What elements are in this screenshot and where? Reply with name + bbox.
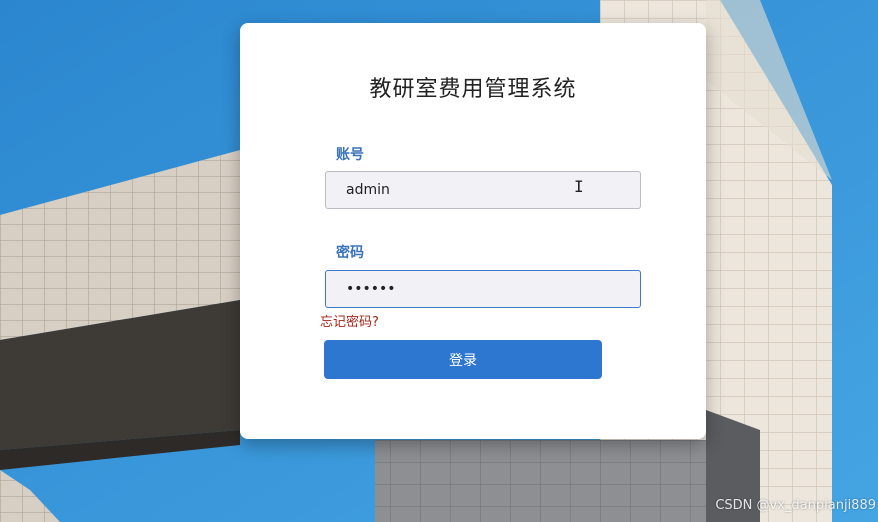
password-input[interactable] xyxy=(325,270,641,308)
system-title: 教研室费用管理系统 xyxy=(369,77,577,102)
text-cursor-icon: I xyxy=(574,177,584,196)
watermark-text: CSDN @vx_danpianji889 xyxy=(715,498,876,513)
account-label: 账号 xyxy=(336,147,364,163)
login-button[interactable]: 登录 xyxy=(324,340,602,379)
password-label: 密码 xyxy=(336,245,364,261)
forgot-password-link[interactable]: 忘记密码? xyxy=(320,311,379,330)
account-input[interactable] xyxy=(325,171,641,209)
login-card: 教研室费用管理系统 账号 I 密码 忘记密码? 登录 xyxy=(240,23,706,439)
